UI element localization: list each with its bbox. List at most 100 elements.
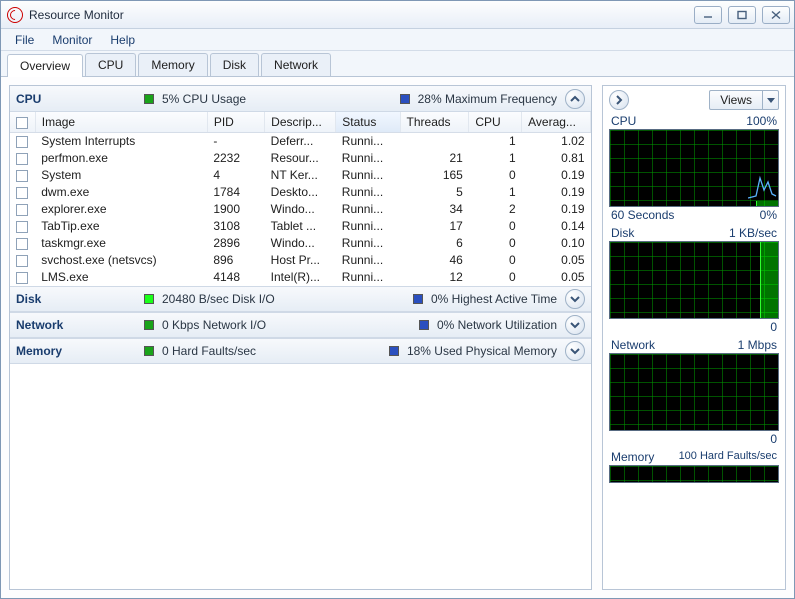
left-empty-area: [10, 364, 591, 589]
network-chart-max: 1 Mbps: [738, 338, 777, 352]
cell-cpu: 1: [469, 184, 522, 201]
row-checkbox[interactable]: [16, 255, 28, 267]
row-checkbox[interactable]: [16, 136, 28, 148]
cpu-freq-swatch: [400, 94, 410, 104]
col-image[interactable]: Image: [35, 112, 207, 133]
app-icon: [7, 7, 23, 23]
cell-cpu: 0: [469, 218, 522, 235]
menu-file[interactable]: File: [7, 31, 42, 49]
cell-desc: Intel(R)...: [265, 269, 336, 286]
chevron-up-icon: [570, 94, 580, 104]
menubar: File Monitor Help: [1, 29, 794, 51]
network-io-swatch: [144, 320, 154, 330]
table-row[interactable]: TabTip.exe3108Tablet ...Runni...1700.14: [10, 218, 591, 235]
cell-desc: Tablet ...: [265, 218, 336, 235]
cell-status: Runni...: [336, 184, 400, 201]
col-status[interactable]: Status: [336, 112, 400, 133]
cell-threads: 17: [400, 218, 469, 235]
memory-chart-max: 100 Hard Faults/sec: [679, 450, 777, 464]
cell-desc: Deskto...: [265, 184, 336, 201]
right-pane-collapse-button[interactable]: [609, 90, 629, 110]
disk-expand-button[interactable]: [565, 289, 585, 309]
menu-help[interactable]: Help: [102, 31, 143, 49]
menu-monitor[interactable]: Monitor: [44, 31, 100, 49]
cell-pid: 1784: [207, 184, 264, 201]
row-checkbox[interactable]: [16, 272, 28, 284]
close-button[interactable]: [762, 6, 790, 24]
cpu-section-title: CPU: [16, 92, 136, 106]
network-section-title: Network: [16, 318, 136, 332]
cell-image: LMS.exe: [35, 269, 207, 286]
views-dropdown[interactable]: [762, 91, 778, 109]
cell-cpu: 0: [469, 235, 522, 252]
cell-threads: [400, 133, 469, 150]
col-pid[interactable]: PID: [207, 112, 264, 133]
chevron-down-icon: [570, 294, 580, 304]
tab-memory[interactable]: Memory: [138, 53, 207, 76]
row-checkbox[interactable]: [16, 238, 28, 250]
row-checkbox[interactable]: [16, 187, 28, 199]
table-row[interactable]: dwm.exe1784Deskto...Runni...510.19: [10, 184, 591, 201]
table-row[interactable]: System4NT Ker...Runni...16500.19: [10, 167, 591, 184]
tab-overview[interactable]: Overview: [7, 54, 83, 77]
disk-io-swatch: [144, 294, 154, 304]
cell-image: taskmgr.exe: [35, 235, 207, 252]
cpu-collapse-button[interactable]: [565, 89, 585, 109]
cell-pid: 896: [207, 252, 264, 269]
views-button[interactable]: Views: [709, 90, 779, 110]
network-chart-title: Network: [611, 338, 655, 352]
cell-desc: Windo...: [265, 201, 336, 218]
table-row[interactable]: LMS.exe4148Intel(R)...Runni...1200.05: [10, 269, 591, 286]
window-buttons: [694, 6, 790, 24]
tab-network[interactable]: Network: [261, 53, 331, 76]
table-row[interactable]: explorer.exe1900Windo...Runni...3420.19: [10, 201, 591, 218]
col-avg[interactable]: Averag...: [522, 112, 591, 133]
row-checkbox[interactable]: [16, 221, 28, 233]
memory-section-header[interactable]: Memory 0 Hard Faults/sec 18% Used Physic…: [10, 338, 591, 364]
cell-image: System: [35, 167, 207, 184]
row-checkbox[interactable]: [16, 204, 28, 216]
cell-threads: 6: [400, 235, 469, 252]
cell-status: Runni...: [336, 133, 400, 150]
table-row[interactable]: taskmgr.exe2896Windo...Runni...600.10: [10, 235, 591, 252]
cpu-chart: [609, 129, 779, 207]
col-threads[interactable]: Threads: [400, 112, 469, 133]
cell-desc: Resour...: [265, 150, 336, 167]
table-row[interactable]: System Interrupts-Deferr...Runni...11.02: [10, 133, 591, 150]
cell-cpu: 0: [469, 252, 522, 269]
row-checkbox[interactable]: [16, 153, 28, 165]
checkbox-icon[interactable]: [16, 117, 28, 129]
col-checkbox[interactable]: [10, 112, 35, 133]
table-row[interactable]: perfmon.exe2232Resour...Runni...2110.81: [10, 150, 591, 167]
cell-status: Runni...: [336, 235, 400, 252]
cpu-section-header[interactable]: CPU 5% CPU Usage 28% Maximum Frequency: [10, 86, 591, 112]
maximize-button[interactable]: [728, 6, 756, 24]
row-checkbox[interactable]: [16, 170, 28, 182]
cpu-table-header-row: Image PID Descrip... Status Threads CPU …: [10, 112, 591, 133]
chevron-down-icon: [570, 346, 580, 356]
memory-expand-button[interactable]: [565, 341, 585, 361]
table-row[interactable]: svchost.exe (netsvcs)896Host Pr...Runni.…: [10, 252, 591, 269]
col-cpu[interactable]: CPU: [469, 112, 522, 133]
network-section-header[interactable]: Network 0 Kbps Network I/O 0% Network Ut…: [10, 312, 591, 338]
cell-pid: 4148: [207, 269, 264, 286]
cell-threads: 46: [400, 252, 469, 269]
tab-disk[interactable]: Disk: [210, 53, 259, 76]
tab-cpu[interactable]: CPU: [85, 53, 136, 76]
memory-chart-title: Memory: [611, 450, 654, 464]
cell-avg: 0.19: [522, 167, 591, 184]
disk-section-header[interactable]: Disk 20480 B/sec Disk I/O 0% Highest Act…: [10, 286, 591, 312]
chevron-right-icon: [614, 95, 624, 105]
minimize-button[interactable]: [694, 6, 722, 24]
cell-image: dwm.exe: [35, 184, 207, 201]
cell-pid: 4: [207, 167, 264, 184]
triangle-down-icon: [767, 96, 775, 104]
cpu-chart-title: CPU: [611, 114, 636, 128]
cell-threads: 165: [400, 167, 469, 184]
memory-chart: [609, 465, 779, 483]
network-expand-button[interactable]: [565, 315, 585, 335]
minimize-icon: [702, 10, 714, 20]
cpu-table-wrap[interactable]: Image PID Descrip... Status Threads CPU …: [10, 112, 591, 286]
col-desc[interactable]: Descrip...: [265, 112, 336, 133]
memory-faults-label: 0 Hard Faults/sec: [162, 344, 256, 358]
